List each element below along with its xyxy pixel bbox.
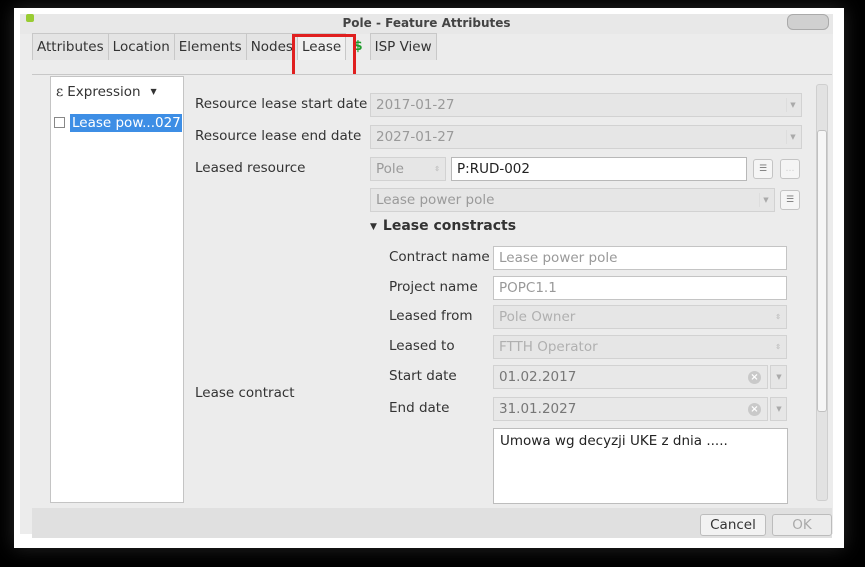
project-name-input[interactable]: POPC1.1 — [493, 276, 787, 300]
start-date-label: Resource lease start date — [195, 96, 368, 112]
list-icon[interactable]: ☰ — [753, 159, 773, 179]
tab-bar: Attributes Location Elements Nodes Lease… — [32, 33, 437, 60]
form-view-icon[interactable]: ☰ — [780, 190, 800, 210]
lease-contract-label: Lease contract — [195, 385, 295, 401]
clear-icon[interactable]: × — [748, 371, 761, 384]
updown-arrows-icon: ⇳ — [775, 313, 781, 321]
lease-select[interactable]: Lease power pole ▼ — [370, 188, 775, 212]
start-date-contract-value: 01.02.2017 — [499, 369, 577, 385]
end-date-contract-label: End date — [389, 400, 450, 416]
end-date-dropdown[interactable]: ▼ — [770, 397, 787, 421]
end-date-contract-input[interactable]: 31.01.2027 × — [493, 397, 768, 421]
collapse-triangle-icon: ▼ — [370, 222, 377, 232]
more-icon[interactable]: … — [780, 159, 800, 179]
contract-name-input[interactable]: Lease power pole — [493, 246, 787, 270]
dropdown-arrow-icon: ▼ — [776, 405, 782, 413]
leased-from-label: Leased from — [389, 308, 473, 324]
dropdown-arrow-icon: ▼ — [776, 373, 782, 381]
project-name-label: Project name — [389, 279, 478, 295]
contract-name-label: Contract name — [389, 249, 490, 265]
button-bar: Cancel OK — [32, 508, 832, 538]
end-date-contract-value: 31.01.2027 — [499, 401, 577, 417]
start-date-contract-input[interactable]: 01.02.2017 × — [493, 365, 768, 389]
window-titlebar: Pole - Feature Attributes — [20, 14, 833, 34]
leased-to-select[interactable]: FTTH Operator ⇳ — [493, 335, 787, 359]
resource-id-value: P:RUD-002 — [457, 161, 530, 177]
lease-contracts-section[interactable]: ▼ Lease constracts — [370, 218, 516, 234]
clear-icon[interactable]: × — [748, 403, 761, 416]
lease-select-value: Lease power pole — [376, 192, 495, 208]
app-icon — [26, 14, 34, 22]
list-item-label: Lease pow...027 — [70, 114, 182, 132]
end-date-field[interactable]: 2027-01-27 ▼ — [370, 125, 802, 149]
tab-location[interactable]: Location — [107, 33, 175, 60]
end-date-value: 2027-01-27 — [376, 129, 455, 145]
tab-isp-view[interactable]: ISP View — [369, 33, 437, 60]
leased-to-value: FTTH Operator — [499, 339, 598, 355]
chevron-down-icon: ▼ — [150, 87, 157, 96]
scrollbar-thumb[interactable] — [817, 130, 827, 412]
list-item-checkbox[interactable] — [54, 117, 65, 128]
ok-button[interactable]: OK — [772, 514, 832, 536]
expression-button[interactable]: ε Expression ▼ — [56, 84, 157, 100]
resource-type-select[interactable]: Pole ⇳ — [370, 157, 446, 181]
window-controls[interactable] — [787, 14, 829, 30]
start-date-field[interactable]: 2017-01-27 ▼ — [370, 93, 802, 117]
leased-to-label: Leased to — [389, 338, 455, 354]
feature-list-pane — [50, 76, 184, 503]
leased-from-select[interactable]: Pole Owner ⇳ — [493, 305, 787, 329]
start-date-value: 2017-01-27 — [376, 97, 455, 113]
tab-attributes[interactable]: Attributes — [32, 33, 109, 60]
updown-arrows-icon: ⇳ — [434, 165, 440, 173]
start-date-dropdown[interactable]: ▼ — [770, 365, 787, 389]
cancel-button[interactable]: Cancel — [700, 514, 766, 536]
updown-arrows-icon: ⇳ — [775, 343, 781, 351]
window-title: Pole - Feature Attributes — [342, 16, 511, 30]
section-title: Lease constracts — [382, 218, 517, 234]
tab-nodes[interactable]: Nodes — [245, 33, 298, 60]
expression-label: Expression — [67, 84, 141, 100]
leased-resource-label: Leased resource — [195, 160, 306, 176]
list-item[interactable]: Lease pow...027 — [54, 114, 182, 132]
dropdown-arrow-icon[interactable]: ▼ — [786, 98, 799, 112]
resource-type-value: Pole — [376, 161, 404, 177]
dropdown-arrow-icon[interactable]: ▼ — [759, 193, 772, 207]
expression-icon: ε — [56, 84, 64, 100]
leased-from-value: Pole Owner — [499, 309, 576, 325]
tab-elements[interactable]: Elements — [173, 33, 247, 60]
contract-name-value: Lease power pole — [499, 250, 618, 266]
dropdown-arrow-icon[interactable]: ▼ — [786, 130, 799, 144]
start-date-contract-label: Start date — [389, 368, 457, 384]
resource-id-input[interactable]: P:RUD-002 — [451, 157, 747, 181]
notes-textarea[interactable]: Umowa wg decyzji UKE z dnia ..... — [493, 428, 788, 504]
project-name-value: POPC1.1 — [499, 280, 557, 296]
end-date-label: Resource lease end date — [195, 128, 362, 144]
